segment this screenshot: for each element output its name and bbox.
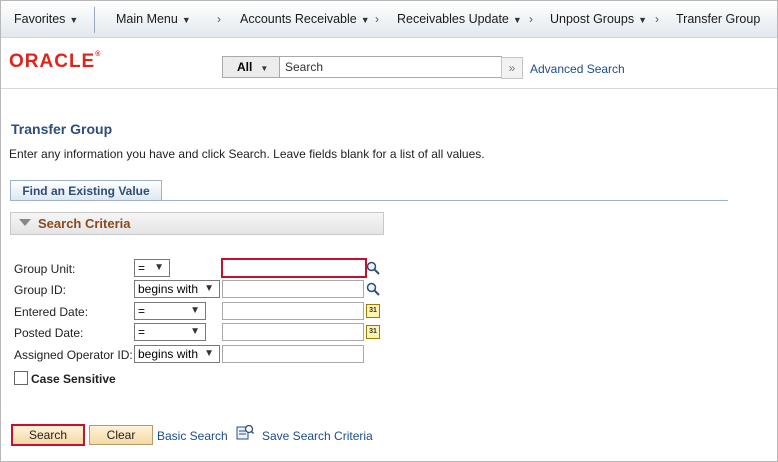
posted-date-operator-select[interactable]: = ▼ <box>134 323 206 341</box>
page-instructions: Enter any information you have and click… <box>9 147 485 161</box>
chevron-down-icon: ▼ <box>190 326 200 337</box>
save-search-criteria-icon[interactable] <box>236 424 254 440</box>
assigned-operator-id-operator-select[interactable]: begins with ▼ <box>134 345 220 363</box>
chevron-down-icon: ▼ <box>360 15 370 25</box>
lookup-icon[interactable] <box>366 261 380 275</box>
entered-date-input[interactable] <box>222 302 364 320</box>
clear-button[interactable]: Clear <box>89 425 153 445</box>
breadcrumb-separator-icon: › <box>529 12 533 26</box>
group-id-label: Group ID: <box>14 283 67 297</box>
calendar-icon[interactable]: 31 <box>366 304 380 318</box>
tab-find-existing-value[interactable]: Find an Existing Value <box>10 180 162 201</box>
global-search-box: All ▼ Search <box>222 56 502 78</box>
global-search-input[interactable]: Search <box>285 60 323 74</box>
basic-search-link[interactable]: Basic Search <box>157 429 228 443</box>
chevron-down-icon: ▼ <box>69 15 79 25</box>
page-header: ORACLE® All ▼ Search » Advanced Search <box>1 38 777 89</box>
assigned-operator-id-input[interactable] <box>222 345 364 363</box>
group-id-input[interactable] <box>222 280 364 298</box>
chevron-down-icon: ▼ <box>190 305 200 316</box>
save-search-criteria-link[interactable]: Save Search Criteria <box>262 429 373 443</box>
oracle-logo: ORACLE® <box>9 51 102 72</box>
posted-date-label: Posted Date: <box>14 326 84 340</box>
group-unit-label: Group Unit: <box>14 262 76 276</box>
group-id-operator-select[interactable]: begins with ▼ <box>134 280 220 298</box>
search-scope-select[interactable]: All ▼ <box>223 57 280 77</box>
double-chevron-right-icon[interactable]: » <box>501 57 523 79</box>
chevron-down-icon: ▼ <box>204 283 214 294</box>
breadcrumb-separator-icon: › <box>655 12 659 26</box>
nav-divider <box>94 7 95 33</box>
chevron-down-icon: ▼ <box>512 15 522 25</box>
breadcrumb-separator-icon: › <box>217 12 221 26</box>
nav-transfer-group[interactable]: Transfer Group <box>676 12 760 26</box>
assigned-operator-id-label: Assigned Operator ID: <box>14 348 133 362</box>
search-button[interactable]: Search <box>11 424 85 446</box>
posted-date-input[interactable] <box>222 323 364 341</box>
chevron-down-icon: ▼ <box>154 262 164 273</box>
search-criteria-header[interactable]: Search Criteria <box>10 212 384 235</box>
chevron-down-icon: ▼ <box>260 64 269 73</box>
nav-main-menu[interactable]: Main Menu ▼ <box>116 12 191 26</box>
nav-accounts-receivable[interactable]: Accounts Receivable ▼ <box>240 12 370 26</box>
nav-receivables-update[interactable]: Receivables Update ▼ <box>397 12 522 26</box>
group-unit-operator-select[interactable]: = ▼ <box>134 259 170 277</box>
nav-unpost-groups[interactable]: Unpost Groups ▼ <box>550 12 647 26</box>
chevron-down-icon: ▼ <box>638 15 647 25</box>
chevron-down-icon: ▼ <box>204 348 214 359</box>
search-criteria-label: Search Criteria <box>38 216 131 231</box>
advanced-search-link[interactable]: Advanced Search <box>530 62 625 76</box>
lookup-icon[interactable] <box>366 282 380 296</box>
tab-divider <box>10 200 728 201</box>
case-sensitive-label: Case Sensitive <box>31 372 116 386</box>
nav-favorites[interactable]: Favorites ▼ <box>14 12 78 26</box>
collapse-triangle-icon <box>19 219 31 226</box>
entered-date-label: Entered Date: <box>14 305 89 319</box>
case-sensitive-checkbox[interactable] <box>14 371 28 385</box>
page-title: Transfer Group <box>11 121 113 137</box>
group-unit-input[interactable] <box>221 258 367 278</box>
breadcrumb-separator-icon: › <box>375 12 379 26</box>
nav-bar: Favorites ▼ Main Menu ▼ › Accounts Receiva… <box>1 1 777 38</box>
calendar-icon[interactable]: 31 <box>366 325 380 339</box>
entered-date-operator-select[interactable]: = ▼ <box>134 302 206 320</box>
chevron-down-icon: ▼ <box>181 15 191 25</box>
